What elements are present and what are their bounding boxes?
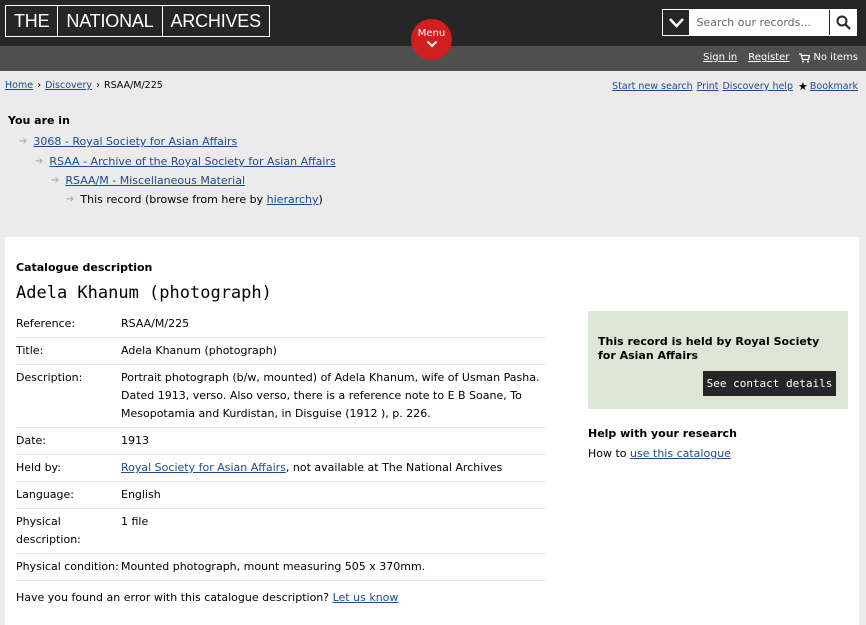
star-icon: ★ <box>797 80 808 93</box>
detail-row-held-by: Held by: Royal Society for Asian Affairs… <box>16 455 545 482</box>
basket-link[interactable]: No items <box>799 52 858 63</box>
search-bar <box>662 9 857 36</box>
detail-label: Physical condition: <box>16 560 119 573</box>
start-new-search-link[interactable]: Start new search <box>612 81 692 92</box>
discovery-help-link[interactable]: Discovery help <box>722 81 793 92</box>
menu-button[interactable]: Menu <box>411 19 452 60</box>
held-by-note: , not available at The National Archives <box>285 461 503 474</box>
detail-row-physical-description: Physical description: 1 file <box>16 509 545 554</box>
page-tools: Start new search Print Discovery help ★ … <box>608 80 858 93</box>
chevron-right-icon: › <box>37 80 42 91</box>
let-us-know-link[interactable]: Let us know <box>333 591 399 604</box>
breadcrumb-home[interactable]: Home <box>5 80 33 91</box>
detail-row-title: Title: Adela Khanum (photograph) <box>16 338 545 365</box>
help-line: How to use this catalogue <box>588 447 731 460</box>
detail-label: Date: <box>16 434 46 447</box>
bookmark-link[interactable]: Bookmark <box>810 81 858 92</box>
hierarchy-level-2: ➔ RSAA - Archive of the Royal Society fo… <box>35 155 336 168</box>
detail-value: 1 file <box>121 515 149 528</box>
detail-label: Held by: <box>16 461 61 474</box>
record-title: Adela Khanum (photograph) <box>16 283 272 303</box>
basket-count: No items <box>813 52 858 63</box>
logo-word-national: NATIONAL <box>57 5 163 37</box>
chevron-down-icon <box>426 40 437 48</box>
search-input[interactable] <box>689 10 830 35</box>
report-error: Have you found an error with this catalo… <box>16 591 398 604</box>
hierarchy-heading: You are in <box>8 114 70 127</box>
use-catalogue-link[interactable]: use this catalogue <box>630 447 731 460</box>
detail-value: Adela Khanum (photograph) <box>121 344 277 357</box>
sign-in-link[interactable]: Sign in <box>703 52 737 63</box>
detail-row-language: Language: English <box>16 482 545 509</box>
section-heading: Catalogue description <box>16 261 153 274</box>
logo[interactable]: THE NATIONAL ARCHIVES <box>5 5 270 37</box>
detail-label: Title: <box>16 344 44 357</box>
breadcrumb: Home › Discovery › RSAA/M/225 <box>5 80 163 91</box>
detail-value: Portrait photograph (b/w, mounted) of Ad… <box>121 371 540 420</box>
detail-row-date: Date: 1913 <box>16 428 545 455</box>
current-record-prefix: This record (browse from here by <box>80 193 267 206</box>
detail-label: Reference: <box>16 317 76 330</box>
logo-word-archives: ARCHIVES <box>161 5 270 37</box>
detail-value: Mounted photograph, mount measuring 505 … <box>121 560 426 573</box>
register-link[interactable]: Register <box>748 52 789 63</box>
chevron-right-icon: › <box>96 80 100 91</box>
breadcrumb-current: RSAA/M/225 <box>104 80 163 91</box>
search-icon <box>836 15 852 30</box>
detail-label: Description: <box>16 371 83 384</box>
help-heading: Help with your research <box>588 427 737 440</box>
arrow-right-icon: ➔ <box>35 156 44 167</box>
breadcrumb-discovery[interactable]: Discovery <box>45 80 92 91</box>
chevron-down-icon <box>669 18 684 28</box>
catalogue-card: Catalogue description Adela Khanum (phot… <box>5 237 859 625</box>
detail-value: English <box>121 488 161 501</box>
held-by-link[interactable]: Royal Society for Asian Affairs <box>121 461 286 474</box>
detail-row-reference: Reference: RSAA/M/225 <box>16 311 545 338</box>
hierarchy-link-2[interactable]: RSAA - Archive of the Royal Society for … <box>49 155 335 168</box>
logo-word-the: THE <box>5 5 59 37</box>
search-button[interactable] <box>829 10 856 35</box>
detail-value: RSAA/M/225 <box>121 317 190 330</box>
hierarchy-level-3: ➔ RSAA/M - Miscellaneous Material <box>51 174 245 187</box>
search-options-toggle[interactable] <box>663 10 689 35</box>
cart-icon <box>799 52 811 63</box>
arrow-right-icon: ➔ <box>19 136 28 147</box>
hierarchy-current: ➔ This record (browse from here by hiera… <box>66 193 323 206</box>
print-link[interactable]: Print <box>697 81 719 92</box>
arrow-right-icon: ➔ <box>66 194 75 205</box>
hierarchy-level-1: ➔ 3068 - Royal Society for Asian Affairs <box>19 135 237 148</box>
arrow-right-icon: ➔ <box>51 175 60 186</box>
help-prefix: How to <box>588 447 627 460</box>
record-details: Reference: RSAA/M/225 Title: Adela Khanu… <box>16 311 545 581</box>
detail-value: Royal Society for Asian Affairs, not ava… <box>121 459 545 477</box>
held-by-panel: This record is held by Royal Society for… <box>588 311 848 409</box>
detail-label: Physical description: <box>16 515 81 546</box>
detail-label: Language: <box>16 488 74 501</box>
held-by-text: This record is held by Royal Society for… <box>598 335 820 362</box>
detail-value: 1913 <box>121 434 149 447</box>
detail-row-description: Description: Portrait photograph (b/w, m… <box>16 365 545 428</box>
current-record-suffix: ) <box>318 193 323 206</box>
hierarchy-browse-link[interactable]: hierarchy <box>267 193 319 206</box>
detail-row-physical-condition: Physical condition: Mounted photograph, … <box>16 554 545 581</box>
hierarchy-link-1[interactable]: 3068 - Royal Society for Asian Affairs <box>33 135 237 148</box>
report-error-text: Have you found an error with this catalo… <box>16 591 330 604</box>
contact-details-button[interactable]: See contact details <box>703 371 836 396</box>
hierarchy-link-3[interactable]: RSAA/M - Miscellaneous Material <box>65 174 245 187</box>
menu-label: Menu <box>417 28 446 39</box>
